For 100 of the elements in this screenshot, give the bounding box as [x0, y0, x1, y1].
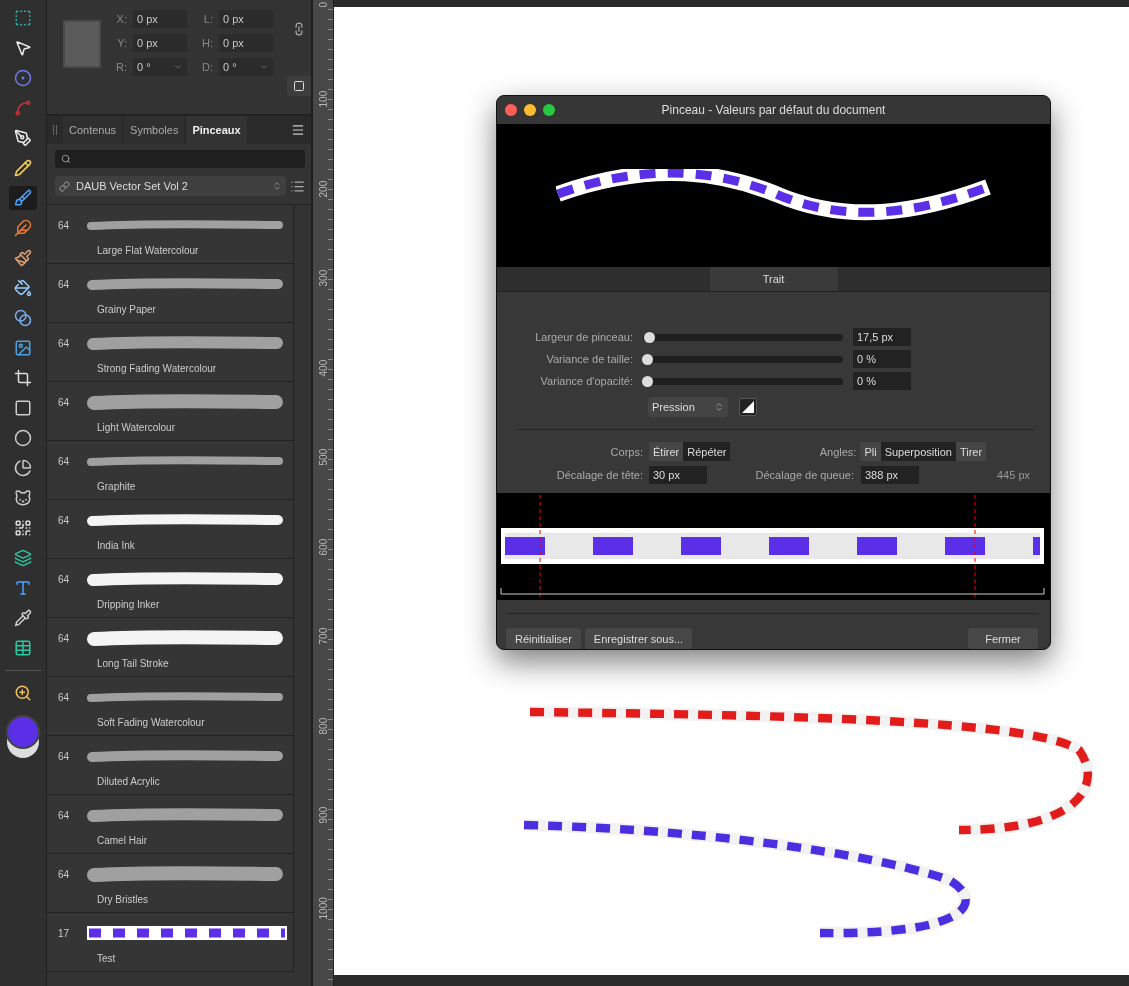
image-icon	[14, 339, 32, 357]
ruler-label: 600	[317, 538, 329, 558]
value-field[interactable]: 0 %	[853, 372, 911, 390]
segment-button[interactable]: Pli	[860, 442, 881, 461]
zoom-window-button[interactable]	[543, 103, 555, 116]
grip-icon[interactable]	[53, 125, 57, 135]
brush-item[interactable]: 64 Camel Hair	[47, 795, 294, 854]
slider-label: Variance d'opacité:	[539, 375, 634, 387]
ruler-label: 100	[317, 91, 329, 111]
slider-track[interactable]	[643, 377, 843, 385]
link-icon[interactable]	[292, 22, 306, 36]
stroke-tab[interactable]: Trait	[709, 267, 838, 291]
option-label: Angles:	[818, 445, 858, 458]
zoom-icon	[14, 684, 32, 702]
ruler-label: 500	[317, 449, 329, 468]
option-label: Décalage de queue:	[754, 468, 855, 481]
brush-item[interactable]: 64 Light Watercolour	[47, 382, 294, 441]
list-view-icon[interactable]	[290, 178, 305, 194]
pencil-icon	[14, 159, 32, 177]
chevrons-icon	[714, 402, 724, 412]
option-label: Corps:	[609, 445, 644, 458]
brush-item[interactable]: 64 Long Tail Stroke	[47, 618, 294, 677]
field-label: D:	[201, 61, 213, 73]
input-field[interactable]: 0 px	[133, 34, 187, 52]
pressure-curve-button[interactable]	[739, 398, 757, 416]
slider-track[interactable]	[643, 333, 843, 341]
segment-button[interactable]: Tirer	[955, 442, 987, 461]
brush-item[interactable]: 64 Strong Fading Watercolour	[47, 323, 294, 382]
close-button[interactable]: Fermer	[968, 628, 1038, 649]
controller-dropdown[interactable]: Pression	[648, 397, 728, 417]
pipette-icon	[14, 609, 32, 627]
brush-item[interactable]: 64 Dry Bristles	[47, 854, 294, 913]
panel-tab[interactable]: Symboles	[124, 116, 185, 144]
brush-item[interactable]: 64 Diluted Acrylic	[47, 736, 294, 795]
close-window-button[interactable]	[505, 103, 517, 116]
feather-icon	[14, 219, 32, 237]
input-field[interactable]: 0 °	[219, 58, 273, 76]
square-icon	[293, 80, 305, 92]
tool-button[interactable]	[9, 186, 37, 210]
qr-code-icon	[14, 519, 32, 537]
pie-icon	[14, 459, 32, 477]
slider-label: Variance de taille:	[545, 353, 634, 365]
dialog-button[interactable]: Enregistrer sous...	[584, 628, 693, 649]
option-label: Décalage de tête:	[555, 468, 644, 481]
circle-icon	[14, 429, 32, 447]
ruler-label: 400	[317, 359, 329, 379]
input-field[interactable]: 388 px	[861, 465, 919, 484]
menu-icon[interactable]	[291, 123, 305, 137]
input-field[interactable]: 0 px	[133, 10, 187, 28]
brush-item[interactable]: 64 Graphite	[47, 441, 294, 500]
field-label: Y:	[116, 37, 127, 49]
brush-item[interactable]: 64 Grainy Paper	[47, 264, 294, 323]
link-icon	[59, 180, 70, 192]
value-field[interactable]: 17,5 px	[853, 328, 911, 346]
field-label: X:	[115, 13, 127, 25]
window-title: Pinceau - Valeurs par défaut du document	[661, 102, 886, 117]
pointer-icon	[14, 39, 32, 57]
input-field[interactable]: 0 px	[219, 34, 273, 52]
square-icon	[14, 399, 32, 417]
length-readout: 445 px	[996, 468, 1030, 481]
input-field[interactable]: 0 °	[133, 58, 187, 76]
slider-track[interactable]	[643, 355, 843, 363]
artboard-icon	[14, 9, 32, 27]
slider-thumb[interactable]	[642, 375, 653, 387]
slider-thumb[interactable]	[644, 331, 655, 343]
chevrons-icon	[272, 181, 282, 191]
minimize-window-button[interactable]	[524, 103, 536, 116]
brush-item[interactable]: 64 India Ink	[47, 500, 294, 559]
dialog-button[interactable]: Réinitialiser	[506, 628, 581, 649]
input-field[interactable]: 0 px	[219, 10, 273, 28]
transform-origin-button[interactable]	[287, 76, 311, 96]
field-label: L:	[202, 13, 213, 25]
brush-item[interactable]: 17 Test	[47, 913, 294, 972]
search-field[interactable]	[55, 150, 305, 168]
segment-button[interactable]: Répéter	[683, 442, 731, 461]
paintbrush-icon	[14, 249, 32, 267]
ring-icon	[14, 69, 32, 87]
table-icon	[14, 639, 32, 657]
brush-icon	[14, 189, 32, 207]
ruler-label: 0	[317, 2, 329, 10]
segment-button[interactable]: Étirer	[649, 442, 684, 461]
ruler-label: 1000	[317, 896, 329, 921]
brush-item[interactable]: 64 Dripping Inker	[47, 559, 294, 618]
segment-button[interactable]: Superposition	[880, 442, 956, 461]
panel-tab[interactable]: Pinceaux	[186, 116, 247, 144]
slider-thumb[interactable]	[642, 353, 653, 365]
brush-item[interactable]: 64 Large Flat Watercolour	[47, 205, 294, 264]
layers-icon	[14, 549, 32, 567]
crop-icon	[14, 369, 32, 387]
search-icon	[61, 154, 71, 164]
input-field[interactable]: 30 px	[649, 465, 707, 484]
ruler-label: 800	[317, 717, 329, 737]
panel-tab[interactable]: Contenus	[63, 116, 123, 144]
ruler-label: 300	[317, 270, 329, 290]
category-dropdown[interactable]: DAUB Vector Set Vol 2	[55, 176, 286, 196]
brush-item[interactable]: 64 Soft Fading Watercolour	[47, 677, 294, 736]
blend-icon	[14, 309, 32, 327]
field-label: H:	[201, 37, 213, 49]
value-field[interactable]: 0 %	[853, 350, 911, 368]
curve-icon	[14, 99, 32, 117]
